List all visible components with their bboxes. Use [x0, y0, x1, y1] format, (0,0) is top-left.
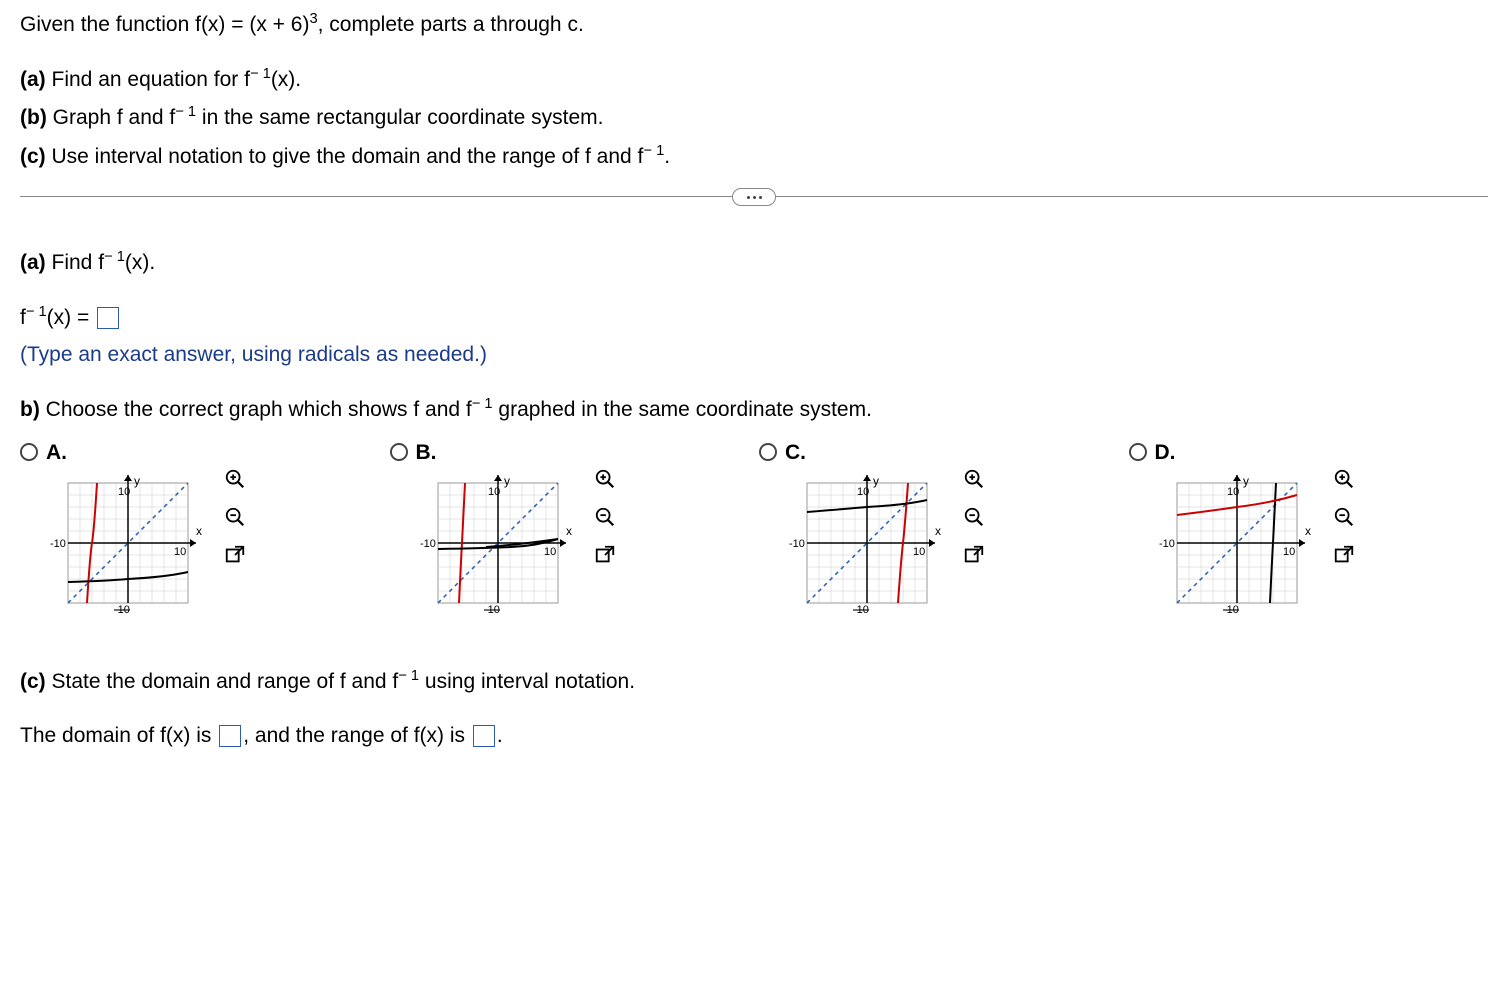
part-b-prompt: b) Choose the correct graph which shows …: [20, 393, 1488, 426]
option-a-label: A.: [46, 441, 70, 465]
svg-text:10: 10: [544, 546, 556, 558]
svg-text:10: 10: [174, 546, 186, 558]
radio-c[interactable]: [759, 443, 777, 461]
svg-text:10: 10: [118, 486, 130, 498]
svg-text:-10: -10: [1159, 538, 1175, 550]
svg-text:-10: -10: [114, 604, 130, 615]
graph-a: y x 10 -10 -10 10: [46, 465, 211, 615]
zoom-out-icon[interactable]: [960, 503, 988, 531]
option-d-label: D.: [1155, 441, 1179, 465]
svg-text:10: 10: [913, 546, 925, 558]
graph-b: y x 10 -10 -10 10: [416, 465, 581, 615]
svg-text:y: y: [873, 474, 879, 488]
graph-options: A. y: [20, 441, 1488, 615]
zoom-in-icon[interactable]: [221, 465, 249, 493]
radio-d[interactable]: [1129, 443, 1147, 461]
popout-icon[interactable]: [591, 541, 619, 569]
part-a-prompt: (a) Find f− 1(x).: [20, 246, 1488, 279]
svg-text:x: x: [196, 524, 202, 538]
svg-text:-10: -10: [853, 604, 869, 615]
part-c-desc: (c) Use interval notation to give the do…: [20, 140, 1488, 173]
svg-text:-10: -10: [1223, 604, 1239, 615]
popout-icon[interactable]: [221, 541, 249, 569]
answer-input-a[interactable]: [97, 307, 119, 329]
popout-icon[interactable]: [1330, 541, 1358, 569]
option-b: B. y: [390, 441, 750, 615]
radio-b[interactable]: [390, 443, 408, 461]
svg-text:10: 10: [1227, 486, 1239, 498]
svg-text:y: y: [134, 474, 140, 488]
part-a-hint: (Type an exact answer, using radicals as…: [20, 339, 1488, 371]
svg-text:-10: -10: [484, 604, 500, 615]
svg-text:y: y: [1243, 474, 1249, 488]
zoom-in-icon[interactable]: [591, 465, 619, 493]
svg-text:10: 10: [488, 486, 500, 498]
range-input[interactable]: [473, 725, 495, 747]
option-d: D. y x: [1129, 441, 1489, 615]
graph-d: y x 10 -10 -10 10: [1155, 465, 1320, 615]
option-b-label: B.: [416, 441, 440, 465]
svg-text:-10: -10: [420, 538, 436, 550]
svg-text:y: y: [504, 474, 510, 488]
graph-c: y x 10 -10 -10 10: [785, 465, 950, 615]
zoom-out-icon[interactable]: [221, 503, 249, 531]
part-b-desc: (b) Graph f and f− 1 in the same rectang…: [20, 101, 1488, 134]
svg-text:x: x: [935, 524, 941, 538]
zoom-out-icon[interactable]: [1330, 503, 1358, 531]
zoom-in-icon[interactable]: [960, 465, 988, 493]
part-a-equation: f− 1(x) =: [20, 301, 1488, 334]
svg-text:-10: -10: [50, 538, 66, 550]
svg-text:x: x: [566, 524, 572, 538]
collapse-toggle[interactable]: [732, 188, 776, 206]
problem-intro: Given the function f(x) = (x + 6)3, comp…: [20, 8, 1488, 41]
zoom-out-icon[interactable]: [591, 503, 619, 531]
part-a-desc: (a) Find an equation for f− 1(x).: [20, 63, 1488, 96]
svg-text:10: 10: [857, 486, 869, 498]
svg-text:x: x: [1305, 524, 1311, 538]
domain-input[interactable]: [219, 725, 241, 747]
option-c-label: C.: [785, 441, 809, 465]
svg-text:-10: -10: [789, 538, 805, 550]
option-a: A. y: [20, 441, 380, 615]
svg-text:10: 10: [1283, 546, 1295, 558]
radio-a[interactable]: [20, 443, 38, 461]
zoom-in-icon[interactable]: [1330, 465, 1358, 493]
option-c: C. y x: [759, 441, 1119, 615]
popout-icon[interactable]: [960, 541, 988, 569]
part-c-sentence: The domain of f(x) is , and the range of…: [20, 720, 1488, 752]
part-c-prompt: (c) State the domain and range of f and …: [20, 665, 1488, 698]
